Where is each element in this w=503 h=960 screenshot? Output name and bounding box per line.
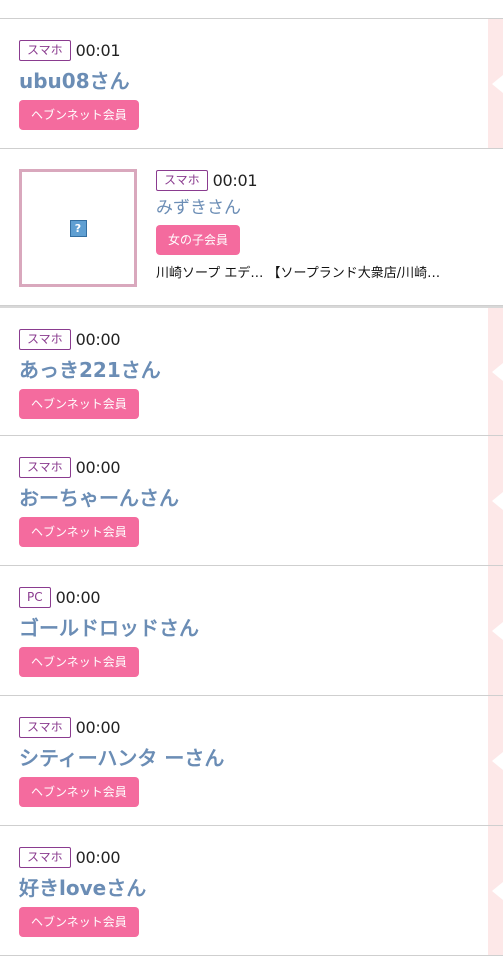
- visit-meta: スマホ 00:01: [19, 39, 503, 61]
- visitor-name-link[interactable]: ubu08さん: [19, 67, 503, 95]
- visit-meta: スマホ 00:00: [19, 328, 503, 350]
- device-badge: スマホ: [19, 328, 71, 350]
- device-badge: スマホ: [156, 169, 208, 191]
- row-arrow-strip[interactable]: [488, 308, 503, 435]
- device-badge: スマホ: [19, 846, 71, 868]
- visitor-list-page: スマホ 00:01 ubu08さん ヘブンネット会員 ? スマホ 00:01 み…: [0, 0, 503, 960]
- member-type-badge: ヘブンネット会員: [19, 100, 139, 130]
- row-arrow-strip[interactable]: [488, 566, 503, 695]
- visitor-name-link[interactable]: おーちゃーんさん: [19, 484, 503, 512]
- visitor-name-link[interactable]: 好きloveさん: [19, 874, 503, 902]
- visitor-name-link[interactable]: あっき221さん: [19, 356, 503, 384]
- chevron-left-icon: [492, 491, 503, 510]
- member-type-badge: ヘブンネット会員: [19, 517, 139, 547]
- chevron-left-icon: [492, 362, 503, 381]
- visit-time: 00:00: [75, 329, 121, 349]
- visitor-row[interactable]: スマホ 00:00 シティーハンタ ーさん ヘブンネット会員: [0, 696, 503, 826]
- row-arrow-strip[interactable]: [488, 826, 503, 955]
- member-type-badge: ヘブンネット会員: [19, 907, 139, 937]
- visit-meta: スマホ 00:01: [156, 169, 486, 191]
- profile-thumbnail[interactable]: ?: [19, 169, 137, 287]
- visit-time: 00:00: [75, 847, 121, 867]
- member-type-badge: ヘブンネット会員: [19, 647, 139, 677]
- device-badge: スマホ: [19, 716, 71, 738]
- device-badge: スマホ: [19, 456, 71, 478]
- visitor-name-link[interactable]: シティーハンタ ーさん: [19, 744, 503, 772]
- visitor-row-with-profile[interactable]: ? スマホ 00:01 みずきさん 女の子会員 川崎ソープ エデ… 【ソープラン…: [0, 149, 503, 306]
- row-arrow-strip[interactable]: [488, 19, 503, 148]
- visitor-row[interactable]: スマホ 00:00 好きloveさん ヘブンネット会員: [0, 826, 503, 956]
- visit-time: 00:00: [55, 587, 101, 607]
- member-type-badge: 女の子会員: [156, 225, 241, 255]
- row-arrow-strip[interactable]: [488, 436, 503, 565]
- list-top-divider: [0, 0, 503, 19]
- visit-meta: PC 00:00: [19, 586, 503, 608]
- visit-meta: スマホ 00:00: [19, 846, 503, 868]
- visit-time: 00:00: [75, 457, 121, 477]
- visitor-row[interactable]: スマホ 00:01 ubu08さん ヘブンネット会員: [0, 19, 503, 149]
- visitor-name-link[interactable]: みずきさん: [156, 195, 486, 221]
- visit-time: 00:01: [75, 40, 121, 60]
- chevron-left-icon: [492, 751, 503, 770]
- member-type-badge: ヘブンネット会員: [19, 777, 139, 807]
- shop-name[interactable]: 川崎ソープ エデ… 【ソープランド大衆店/川崎…: [156, 262, 476, 281]
- chevron-left-icon: [492, 621, 503, 640]
- visit-time: 00:00: [75, 717, 121, 737]
- device-badge: PC: [19, 586, 51, 608]
- row-arrow-strip[interactable]: [488, 696, 503, 825]
- visitor-row[interactable]: PC 00:00 ゴールドロッドさん ヘブンネット会員: [0, 566, 503, 696]
- visit-time: 00:01: [212, 170, 258, 190]
- device-badge: スマホ: [19, 39, 71, 61]
- broken-image-icon: ?: [69, 219, 87, 237]
- chevron-left-icon: [492, 881, 503, 900]
- visitor-row[interactable]: スマホ 00:00 あっき221さん ヘブンネット会員: [0, 306, 503, 436]
- visitor-row[interactable]: スマホ 00:00 おーちゃーんさん ヘブンネット会員: [0, 436, 503, 566]
- visit-meta: スマホ 00:00: [19, 456, 503, 478]
- visit-meta: スマホ 00:00: [19, 716, 503, 738]
- profile-info: スマホ 00:01 みずきさん 女の子会員 川崎ソープ エデ… 【ソープランド大…: [156, 169, 486, 287]
- visitor-name-link[interactable]: ゴールドロッドさん: [19, 614, 503, 642]
- chevron-left-icon: [492, 74, 503, 93]
- member-type-badge: ヘブンネット会員: [19, 389, 139, 419]
